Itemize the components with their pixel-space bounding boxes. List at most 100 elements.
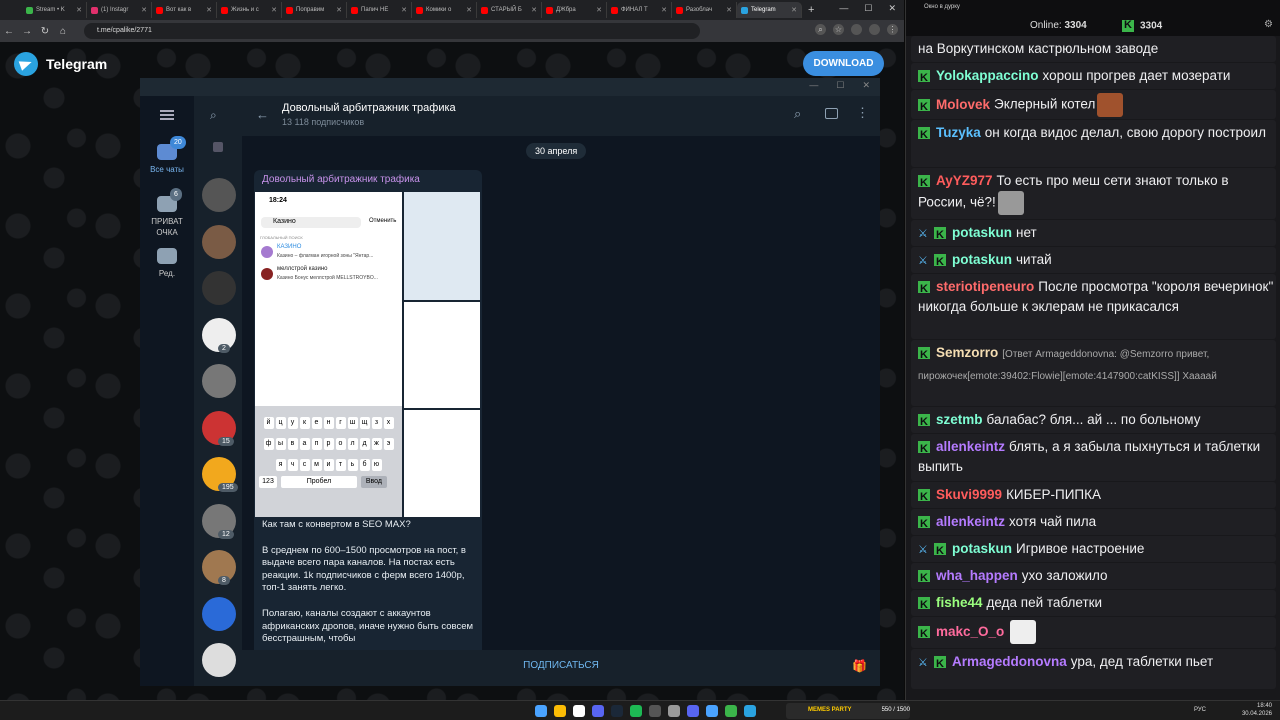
chat-username[interactable]: allenkeintz <box>936 514 1005 529</box>
memes-party-widget[interactable]: MEMES PARTY 550 / 1500 <box>786 703 910 719</box>
chat-message[interactable]: Molovek Эклерный котел <box>918 90 1274 118</box>
screenshot-channel-list[interactable] <box>404 192 480 300</box>
chat-message[interactable]: Skuvi9999 КИБЕР-ПИПКА <box>918 482 1274 508</box>
sidebar-toggle-icon[interactable] <box>825 108 838 119</box>
search-icon[interactable]: ⌕ <box>794 106 801 122</box>
taskbar-app-icon[interactable] <box>554 705 566 717</box>
new-tab-icon[interactable]: + <box>808 4 814 16</box>
taskbar-app-icon[interactable] <box>573 705 585 717</box>
chat-avatar[interactable] <box>202 178 236 212</box>
browser-tab[interactable]: Поправим ✕ <box>282 2 347 18</box>
screenshot-phone-search[interactable]: 18:24 Казино Отменить ГЛОБАЛЬНЫЙ ПОИСК К… <box>255 192 402 517</box>
taskbar-app-icon[interactable] <box>706 705 718 717</box>
maximize-icon[interactable]: ☐ <box>864 3 872 14</box>
chat-message[interactable]: ⚔ potaskun нет <box>918 220 1274 246</box>
chat-message[interactable]: ⚔ Armageddonovnaура, дед таблетки пьет <box>918 649 1274 675</box>
close-icon[interactable]: ✕ <box>888 3 896 14</box>
menu-icon[interactable]: ⋮ <box>887 24 898 35</box>
settings-gear-icon[interactable]: ⚙ <box>1264 19 1273 30</box>
chat-message[interactable]: AyYZ977То есть про меш сети знают только… <box>918 168 1274 215</box>
chat-message[interactable]: на Воркутинском кастрюльном заводе <box>918 36 1274 59</box>
chat-username[interactable]: AyYZ977 <box>936 173 993 188</box>
more-icon[interactable]: ⋮ <box>856 105 869 121</box>
chat-message[interactable]: wha_happenухо заложило <box>918 563 1274 589</box>
archive-icon[interactable] <box>213 142 223 152</box>
folder-1[interactable]: ПРИВАТ ОЧКА 6 <box>140 188 194 238</box>
chat-username[interactable]: szetmb <box>936 412 983 427</box>
tab-close-icon[interactable]: ✕ <box>791 6 797 14</box>
forward-icon[interactable]: → <box>18 26 36 37</box>
profile-icon[interactable] <box>869 24 880 35</box>
channel-title[interactable]: Довольный арбитражник трафика <box>282 102 456 114</box>
browser-tab[interactable]: Жизнь и с ✕ <box>217 2 282 18</box>
folder-0[interactable]: Все чаты 20 <box>140 136 194 175</box>
chat-username[interactable]: wha_happen <box>936 568 1018 583</box>
app-close-icon[interactable]: ✕ <box>862 80 870 91</box>
chat-avatar[interactable] <box>202 364 236 398</box>
chat-message[interactable]: fishe44деда пей таблетки <box>918 590 1274 616</box>
back-icon[interactable]: ← <box>0 26 18 37</box>
extension-icon[interactable] <box>851 24 862 35</box>
browser-tab[interactable]: СТАРЫЙ Б ✕ <box>477 2 542 18</box>
chat-username[interactable]: potaskun <box>952 541 1012 556</box>
tab-close-icon[interactable]: ✕ <box>466 6 472 14</box>
tab-close-icon[interactable]: ✕ <box>531 6 537 14</box>
back-arrow-icon[interactable]: ← <box>256 107 269 122</box>
tab-close-icon[interactable]: ✕ <box>206 6 212 14</box>
gift-icon[interactable]: 🎁 <box>852 650 867 682</box>
tab-close-icon[interactable]: ✕ <box>401 6 407 14</box>
browser-tab[interactable]: Комики о ✕ <box>412 2 477 18</box>
chat-username[interactable]: Tuzyka <box>936 125 981 140</box>
tab-close-icon[interactable]: ✕ <box>726 6 732 14</box>
chat-username[interactable]: potaskun <box>952 225 1012 240</box>
chat-message[interactable]: makc_O_o <box>918 617 1274 645</box>
browser-tab[interactable]: ДЖбра ✕ <box>542 2 607 18</box>
chat-username[interactable]: makc_O_o <box>936 624 1004 639</box>
chat-username[interactable]: Armageddonovna <box>952 654 1067 669</box>
hamburger-menu-icon[interactable] <box>160 110 174 120</box>
taskbar-app-icon[interactable] <box>630 705 642 717</box>
app-maximize-icon[interactable]: ☐ <box>836 80 844 91</box>
home-icon[interactable]: ⌂ <box>54 26 72 37</box>
clock[interactable]: 18:40 30.04.2026 <box>1242 702 1272 718</box>
browser-tab[interactable]: (1) Instagr ✕ <box>87 2 152 18</box>
taskbar-app-icon[interactable] <box>687 705 699 717</box>
browser-tab[interactable]: ФИНАЛ Т ✕ <box>607 2 672 18</box>
zoom-icon[interactable]: ⌕ <box>815 24 826 35</box>
minimize-icon[interactable]: — <box>839 3 848 14</box>
chat-avatar[interactable] <box>202 271 236 305</box>
chat-message[interactable]: Yolokappaccinoхорош прогрев дает мозерат… <box>918 63 1274 89</box>
chat-avatar[interactable] <box>202 596 236 631</box>
subscribe-button[interactable]: ПОДПИСАТЬСЯ 🎁 <box>242 650 880 686</box>
tab-close-icon[interactable]: ✕ <box>596 6 602 14</box>
chat-message[interactable]: allenkeintzблять, а я забыла пыхнуться и… <box>918 434 1274 476</box>
taskbar-app-icon[interactable] <box>649 705 661 717</box>
chat-message[interactable]: ⚔ potaskun читай <box>918 247 1274 273</box>
chat-avatar[interactable] <box>202 224 236 259</box>
chat-username[interactable]: steriotipeneuro <box>936 279 1034 294</box>
reload-icon[interactable]: ↻ <box>36 26 54 37</box>
taskbar-app-icon[interactable] <box>535 705 547 717</box>
chat-message[interactable]: Semzorro[Ответ Armageddonovna: @Semzorro… <box>918 340 1274 386</box>
post-sender[interactable]: Довольный арбитражник трафика <box>262 174 420 185</box>
download-button[interactable]: DOWNLOAD <box>803 51 884 76</box>
url-field[interactable]: t.me/cpalike/2771 <box>84 23 700 39</box>
chat-avatar[interactable] <box>202 643 236 677</box>
tab-close-icon[interactable]: ✕ <box>76 6 82 14</box>
chat-message[interactable]: allenkeintz хотя чай пила <box>918 509 1274 535</box>
chat-username[interactable]: Skuvi9999 <box>936 487 1002 502</box>
language-indicator[interactable]: РУС <box>1194 707 1206 713</box>
tab-close-icon[interactable]: ✕ <box>271 6 277 14</box>
chat-username[interactable]: allenkeintz <box>936 439 1005 454</box>
browser-tab[interactable]: Вот как в ✕ <box>152 2 217 18</box>
chat-username[interactable]: Yolokappaccino <box>936 68 1039 83</box>
screenshot-chat-list-2[interactable] <box>404 410 480 517</box>
tab-close-icon[interactable]: ✕ <box>141 6 147 14</box>
bookmark-star-icon[interactable]: ☆ <box>833 24 844 35</box>
screenshot-chat-list[interactable] <box>404 302 480 408</box>
chat-username[interactable]: fishe44 <box>936 595 983 610</box>
taskbar-app-icon[interactable] <box>592 705 604 717</box>
tab-close-icon[interactable]: ✕ <box>661 6 667 14</box>
chat-message[interactable]: steriotipeneuroПосле просмотра "короля в… <box>918 274 1274 316</box>
taskbar-app-icon[interactable] <box>744 705 756 717</box>
